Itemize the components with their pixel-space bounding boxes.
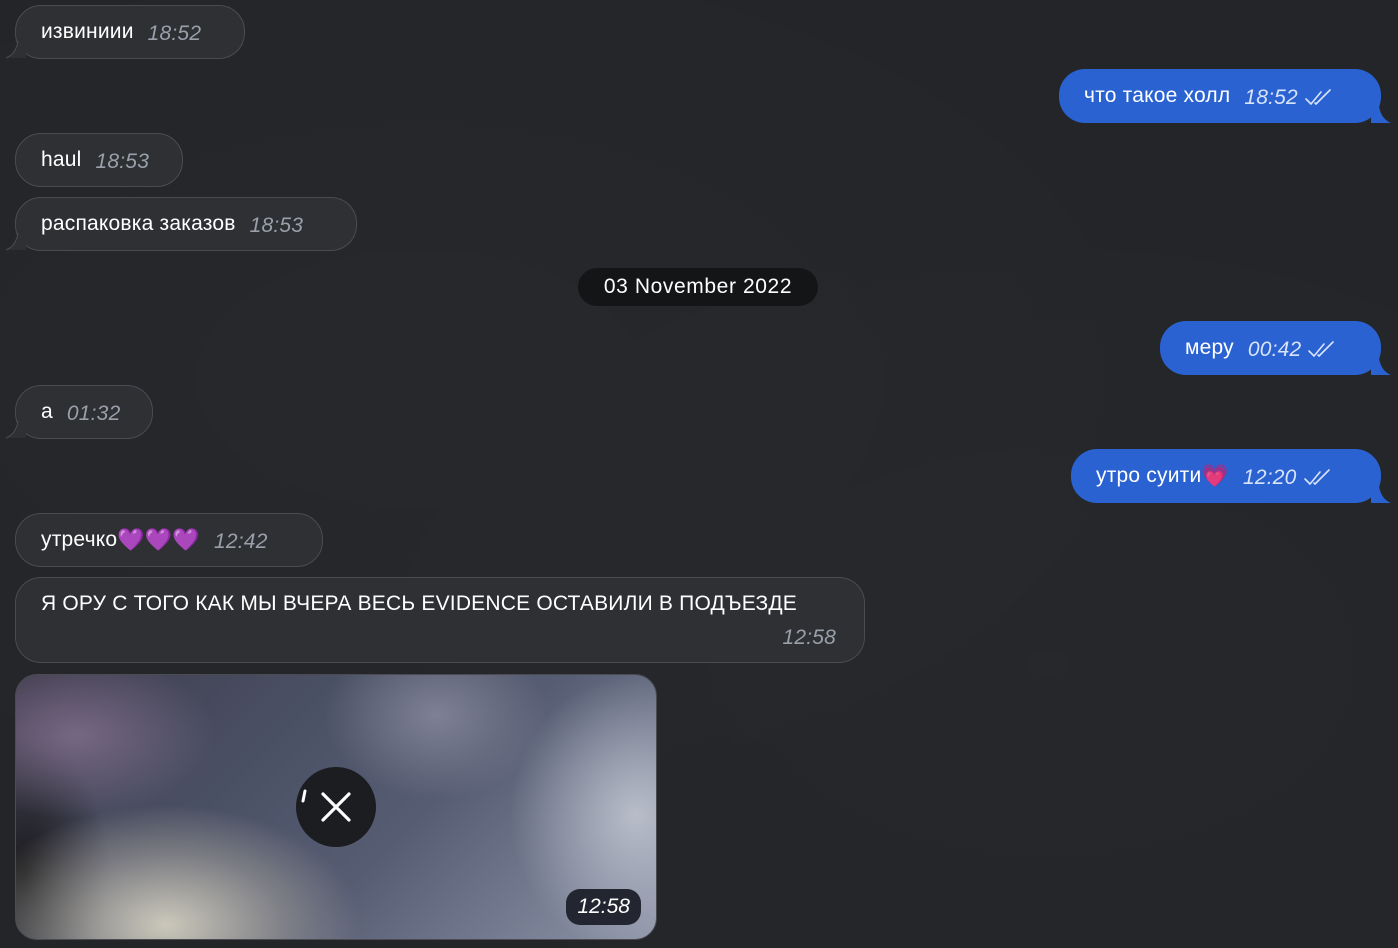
bubble-tail xyxy=(1371,102,1391,123)
bubble-tail xyxy=(5,229,26,251)
pink-heart-emoji: 💗 xyxy=(1201,463,1229,489)
message-text: что такое холл xyxy=(1084,84,1231,107)
message-text: утро суити xyxy=(1096,464,1202,487)
loading-spinner-icon xyxy=(301,789,307,803)
date-separator: 03 November 2022 xyxy=(578,268,818,306)
close-icon xyxy=(301,789,351,822)
message-incoming[interactable]: утречко 💜💜💜 12:42 xyxy=(15,513,323,567)
message-text: а xyxy=(41,400,53,423)
message-time: 18:52 xyxy=(147,22,202,45)
message-time: 18:53 xyxy=(249,214,304,237)
message-text: haul xyxy=(41,148,82,171)
bubble-tail xyxy=(1371,354,1391,375)
bubble-tail xyxy=(5,37,26,59)
message-incoming[interactable]: а 01:32 xyxy=(5,385,153,439)
message-time: 12:58 xyxy=(782,626,836,649)
message-text: Я ОРУ С ТОГО КАК МЫ ВЧЕРА ВЕСЬ EVIDENCE … xyxy=(41,592,798,615)
message-time: 12:42 xyxy=(214,530,268,553)
media-message[interactable]: 12:58 xyxy=(15,674,657,940)
message-text: распаковка заказов xyxy=(41,212,236,235)
bubble-tail xyxy=(1371,482,1391,503)
message-time: 01:32 xyxy=(66,402,121,425)
message-time: 18:53 xyxy=(95,150,150,173)
message-incoming[interactable]: haul 18:53 xyxy=(15,133,183,187)
double-check-icon xyxy=(1303,469,1330,485)
message-outgoing[interactable]: что такое холл 18:52 xyxy=(1059,69,1391,123)
message-time: 12:20 xyxy=(1242,466,1297,489)
chat-history: извиниии 18:52 что такое холл 18:52 haul… xyxy=(0,0,1398,948)
message-incoming[interactable]: Я ОРУ С ТОГО КАК МЫ ВЧЕРА ВЕСЬ EVIDENCE … xyxy=(15,577,865,663)
message-time: 00:42 xyxy=(1247,338,1302,361)
double-check-icon xyxy=(1308,341,1335,357)
bubble-tail xyxy=(5,417,26,439)
double-check-icon xyxy=(1305,89,1331,105)
message-text: утречко xyxy=(41,528,118,551)
message-incoming[interactable]: извиниии 18:52 xyxy=(5,5,245,59)
message-incoming[interactable]: распаковка заказов 18:53 xyxy=(5,197,357,251)
message-time: 18:52 xyxy=(1244,86,1298,109)
media-time: 12:58 xyxy=(566,889,641,925)
purple-heart-emoji: 💜💜💜 xyxy=(117,527,201,553)
message-text: извиниии xyxy=(41,20,134,43)
message-outgoing[interactable]: меру 00:42 xyxy=(1160,321,1391,375)
cancel-download-button[interactable] xyxy=(296,767,376,847)
message-text: меру xyxy=(1185,336,1234,359)
message-outgoing[interactable]: утро суити 💗 12:20 xyxy=(1071,449,1391,503)
